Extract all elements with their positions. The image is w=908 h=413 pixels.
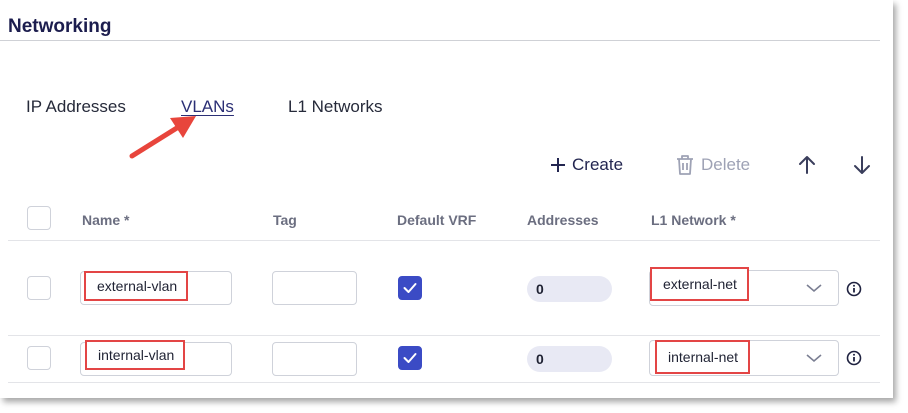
select-all-checkbox[interactable]	[27, 206, 51, 230]
delete-button-label: Delete	[701, 155, 751, 174]
arrow-up-icon	[799, 156, 815, 174]
column-header-addresses: Addresses	[527, 212, 599, 228]
move-up-button[interactable]	[795, 152, 819, 178]
l1-network-value-highlight: internal-net	[655, 340, 751, 374]
addresses-count: 0	[527, 276, 612, 302]
arrow-down-icon	[854, 156, 870, 174]
addresses-count: 0	[527, 346, 612, 372]
name-value-highlight: external-vlan	[84, 271, 189, 301]
chevron-down-icon	[806, 284, 822, 293]
move-down-button[interactable]	[850, 152, 874, 178]
name-value-highlight: internal-vlan	[85, 340, 186, 370]
tab-l1-networks[interactable]: L1 Networks	[288, 97, 382, 117]
checkmark-icon	[403, 353, 417, 363]
checkmark-icon	[403, 283, 417, 293]
default-vrf-checkbox[interactable]	[398, 346, 422, 370]
tag-input[interactable]	[272, 271, 357, 305]
delete-button[interactable]: Delete	[675, 152, 750, 178]
networking-panel: Networking IP Addresses VLANs L1 Network…	[0, 0, 893, 398]
info-icon[interactable]	[846, 350, 862, 366]
create-button-label: Create	[572, 155, 624, 174]
section-title: Networking	[8, 16, 112, 37]
column-header-tag: Tag	[273, 212, 297, 228]
trash-icon	[677, 155, 693, 175]
column-header-default-vrf: Default VRF	[397, 212, 477, 228]
title-divider	[0, 40, 880, 41]
column-header-name: Name *	[82, 212, 130, 228]
default-vrf-checkbox[interactable]	[398, 276, 422, 300]
column-header-l1-network: L1 Network *	[651, 212, 736, 228]
tag-input[interactable]	[272, 342, 357, 376]
row-select-checkbox[interactable]	[27, 276, 51, 300]
table-row: internal-vlan 0 internal-net	[8, 336, 880, 383]
tab-vlans[interactable]: VLANs	[181, 97, 234, 117]
table-header: Name * Tag Default VRF Addresses L1 Netw…	[8, 200, 880, 241]
l1-network-value-highlight: external-net	[650, 267, 749, 301]
plus-icon	[551, 158, 565, 172]
info-icon[interactable]	[846, 281, 862, 297]
table-row: external-vlan 0 external-net	[8, 241, 880, 336]
chevron-down-icon	[806, 354, 822, 363]
create-button[interactable]: Create	[550, 152, 623, 178]
row-select-checkbox[interactable]	[27, 346, 51, 370]
tab-ip-addresses[interactable]: IP Addresses	[26, 97, 126, 117]
